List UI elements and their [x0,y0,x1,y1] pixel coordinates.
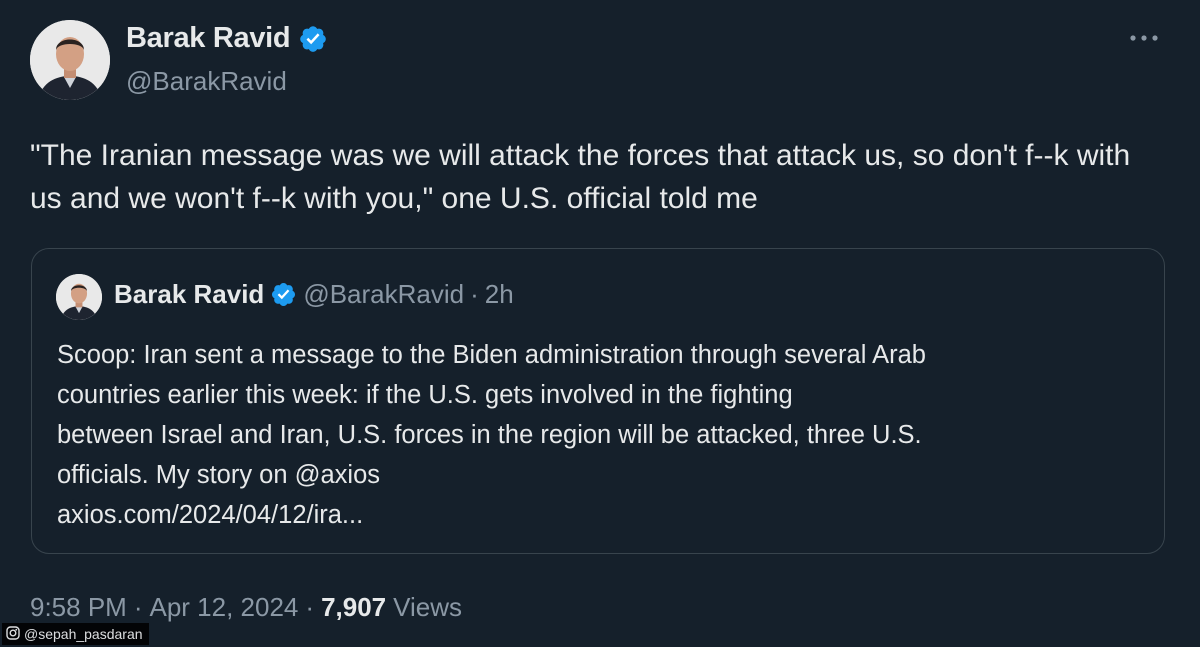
instagram-icon [6,625,20,643]
quoted-text-line: between Israel and Iran, U.S. forces in … [57,421,922,449]
tweet-time[interactable]: 9:58 PM [30,592,127,623]
views-label: Views [393,592,463,622]
author-name-row: Barak Ravid [126,22,328,55]
quoted-tweet[interactable]: Barak Ravid @BarakRavid · 2h Scoop: Iran… [31,248,1165,554]
quoted-tweet-text: Scoop: Iran sent a message to the Biden … [57,335,1137,535]
quoted-author-display-name[interactable]: Barak Ravid [114,279,264,310]
quoted-tweet-header: Barak Ravid @BarakRavid · 2h [114,279,514,310]
tweet-meta: 9:58 PM · Apr 12, 2024 · 7,907 Views [30,592,462,623]
separator-dot: · [305,592,315,622]
quoted-author-avatar[interactable] [56,274,102,320]
author-display-name[interactable]: Barak Ravid [126,22,291,55]
tweet-date[interactable]: Apr 12, 2024 [150,592,299,623]
author-handle[interactable]: @BarakRavid [126,66,287,97]
quoted-author-handle[interactable]: @BarakRavid [303,279,464,310]
tweet-card: Barak Ravid @BarakRavid "The Iranian mes… [0,0,1200,647]
quoted-link[interactable]: axios.com/2024/04/12/ira... [57,495,1137,535]
quoted-text-line: Scoop: Iran sent a message to the Biden … [57,341,926,369]
quoted-text-line: countries earlier this week: if the U.S.… [57,381,793,409]
quoted-tweet-time[interactable]: 2h [485,279,514,310]
separator-dot: · [133,592,143,622]
separator-dot: · [470,279,479,309]
views-count: 7,907 [321,592,387,622]
quoted-text-line: officials. My story on @axios [57,461,381,489]
verified-badge-icon [270,281,297,308]
verified-badge-icon [298,24,328,54]
more-options-icon[interactable] [1126,26,1162,50]
watermark-handle: @sepah_pasdaran [24,626,143,642]
watermark: @sepah_pasdaran [2,623,149,645]
tweet-text: "The Iranian message was we will attack … [30,139,1131,215]
author-avatar[interactable] [30,20,110,100]
